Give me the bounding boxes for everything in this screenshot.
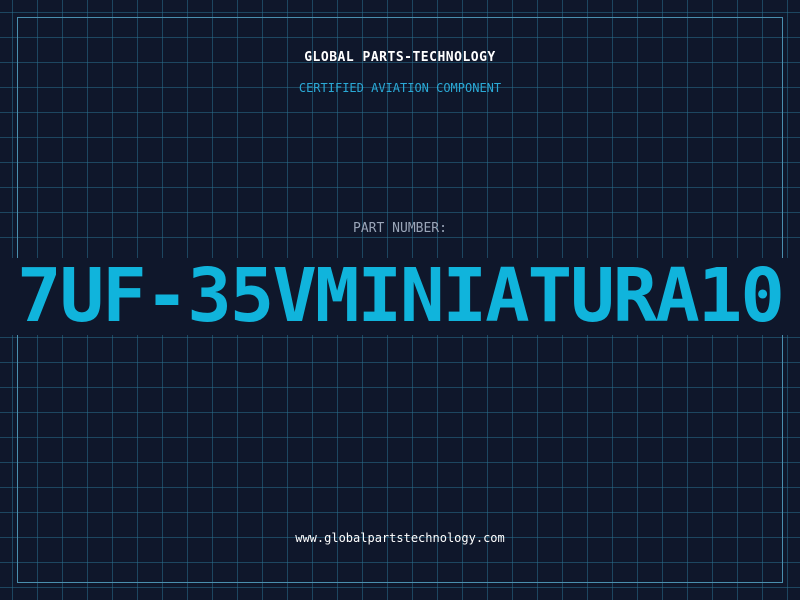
certificate-canvas: GLOBAL PARTS-TECHNOLOGY CERTIFIED AVIATI… [0, 0, 800, 600]
part-number-value: 7UF-35VMINIATURA10 [17, 258, 785, 335]
certification-tagline: CERTIFIED AVIATION COMPONENT [298, 81, 502, 95]
website-url: www.globalpartstechnology.com [295, 531, 505, 545]
company-name: GLOBAL PARTS-TECHNOLOGY [304, 50, 496, 65]
part-number-label: PART NUMBER: [353, 221, 447, 236]
part-number-band: 7UF-35VMINIATURA10 [0, 258, 800, 335]
